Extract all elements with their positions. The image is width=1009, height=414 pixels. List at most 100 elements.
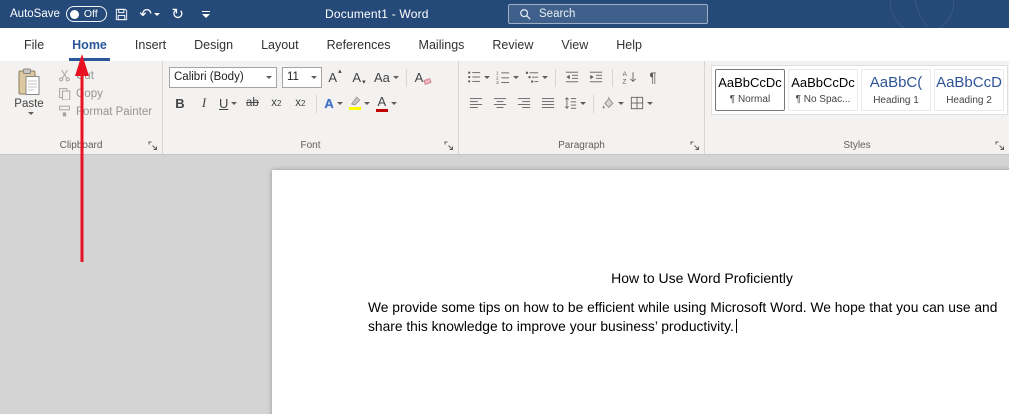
highlight-dropdown-icon <box>364 102 370 105</box>
cut-button[interactable]: Cut <box>58 69 152 82</box>
increase-indent-button[interactable] <box>585 66 607 88</box>
superscript-button[interactable]: x2 <box>289 92 311 114</box>
font-color-dropdown-icon <box>391 102 397 105</box>
customize-toolbar-icon <box>202 11 210 18</box>
search-label: Search <box>539 8 575 20</box>
font-size-combo[interactable]: 11 <box>282 67 322 88</box>
font-color-letter: A <box>377 95 386 108</box>
bullets-button[interactable] <box>465 66 492 88</box>
numbering-icon: 123 <box>496 70 510 84</box>
styles-group: AaBbCcDc ¶ Normal AaBbCcDc ¶ No Spac... … <box>704 61 1009 154</box>
tab-mailings[interactable]: Mailings <box>405 28 479 61</box>
divider <box>406 69 407 87</box>
tab-view[interactable]: View <box>547 28 602 61</box>
tab-home[interactable]: Home <box>58 28 121 61</box>
shading-bucket-icon <box>601 96 615 110</box>
dialog-launcher-icon <box>148 141 158 151</box>
search-box[interactable]: Search <box>508 4 708 24</box>
font-dialog-launcher[interactable] <box>442 139 455 152</box>
shrink-font-button[interactable]: A ▾ <box>348 66 370 88</box>
align-left-icon <box>469 96 483 110</box>
autosave-label: AutoSave <box>10 8 60 20</box>
document-page[interactable]: How to Use Word Proficiently We provide … <box>272 170 1009 414</box>
font-name-combo[interactable]: Calibri (Body) <box>169 67 277 88</box>
font-color-button[interactable]: A <box>374 92 399 114</box>
align-center-button[interactable] <box>489 92 511 114</box>
shading-button[interactable] <box>599 92 626 114</box>
decrease-indent-button[interactable] <box>561 66 583 88</box>
tab-references[interactable]: References <box>313 28 405 61</box>
style-name: Heading 2 <box>946 95 992 106</box>
borders-button[interactable] <box>628 92 655 114</box>
line-spacing-button[interactable] <box>561 92 588 114</box>
format-painter-button[interactable]: Format Painter <box>58 105 152 118</box>
qat-customize-button[interactable] <box>193 1 219 27</box>
multilevel-list-button[interactable] <box>523 66 550 88</box>
numbering-dropdown-icon <box>513 76 519 79</box>
clear-formatting-button[interactable]: A <box>412 66 434 88</box>
superscript-digit: 2 <box>301 99 305 108</box>
styles-gallery: AaBbCcDc ¶ Normal AaBbCcDc ¶ No Spac... … <box>711 65 1008 115</box>
autosave-state: Off <box>84 8 98 20</box>
paste-button[interactable]: Paste <box>6 65 52 118</box>
underline-button[interactable]: U <box>217 92 239 114</box>
italic-button[interactable]: I <box>193 92 215 114</box>
tab-file[interactable]: File <box>10 28 58 61</box>
highlight-color-button[interactable] <box>347 92 372 114</box>
cut-icon <box>58 69 71 82</box>
font-name-value: Calibri (Body) <box>174 71 244 83</box>
style-heading-2[interactable]: AaBbCcD Heading 2 <box>934 69 1004 111</box>
document-heading: How to Use Word Proficiently <box>272 270 1009 286</box>
save-button[interactable] <box>109 1 135 27</box>
align-left-button[interactable] <box>465 92 487 114</box>
justify-button[interactable] <box>537 92 559 114</box>
show-paragraph-marks-button[interactable]: ¶ <box>642 66 664 88</box>
paragraph-dialog-launcher[interactable] <box>688 139 701 152</box>
document-body: We provide some tips on how to be effici… <box>368 298 1009 336</box>
redo-button[interactable]: ↻ <box>165 1 191 27</box>
tab-review[interactable]: Review <box>478 28 547 61</box>
body-line-1: We provide some tips on how to be effici… <box>368 300 997 315</box>
redo-icon: ↻ <box>171 5 184 23</box>
highlight-pen-icon <box>349 96 361 110</box>
dialog-launcher-icon <box>690 141 700 151</box>
tab-design[interactable]: Design <box>180 28 247 61</box>
clipboard-dialog-launcher[interactable] <box>146 139 159 152</box>
format-painter-icon <box>58 105 71 118</box>
dialog-launcher-icon <box>444 141 454 151</box>
autosave-switch[interactable]: Off <box>66 6 107 22</box>
tab-help[interactable]: Help <box>602 28 656 61</box>
undo-button[interactable]: ↶ <box>137 1 163 27</box>
svg-text:Z: Z <box>622 79 626 84</box>
divider <box>612 69 613 87</box>
tab-layout[interactable]: Layout <box>247 28 313 61</box>
align-center-icon <box>493 96 507 110</box>
svg-text:A: A <box>622 71 627 78</box>
style-no-spacing[interactable]: AaBbCcDc ¶ No Spac... <box>788 69 858 111</box>
clipboard-group-label: Clipboard <box>60 140 103 151</box>
bold-button[interactable]: B <box>169 92 191 114</box>
numbering-button[interactable]: 123 <box>494 66 521 88</box>
format-painter-label: Format Painter <box>76 106 152 118</box>
save-icon <box>114 7 129 22</box>
text-effects-button[interactable]: A <box>322 92 344 114</box>
align-right-button[interactable] <box>513 92 535 114</box>
grow-font-letter: A <box>328 70 337 85</box>
style-normal[interactable]: AaBbCcDc ¶ Normal <box>715 69 785 111</box>
copy-button[interactable]: Copy <box>58 87 152 100</box>
line-spacing-dropdown-icon <box>580 102 586 105</box>
styles-dialog-launcher[interactable] <box>993 139 1006 152</box>
tab-insert[interactable]: Insert <box>121 28 180 61</box>
styles-group-label: Styles <box>843 140 870 151</box>
sort-button[interactable]: A Z <box>618 66 640 88</box>
decrease-indent-icon <box>565 70 579 84</box>
grow-font-button[interactable]: A ▴ <box>324 66 346 88</box>
clear-formatting-letter: A <box>415 70 424 85</box>
change-case-letters: Aa <box>374 70 390 85</box>
change-case-button[interactable]: Aa <box>372 66 401 88</box>
style-heading-1[interactable]: AaBbC( Heading 1 <box>861 69 931 111</box>
autosave-toggle[interactable]: AutoSave Off <box>10 6 107 22</box>
strikethrough-button[interactable]: ab <box>241 92 263 114</box>
underline-dropdown-icon <box>231 102 237 105</box>
subscript-button[interactable]: x2 <box>265 92 287 114</box>
